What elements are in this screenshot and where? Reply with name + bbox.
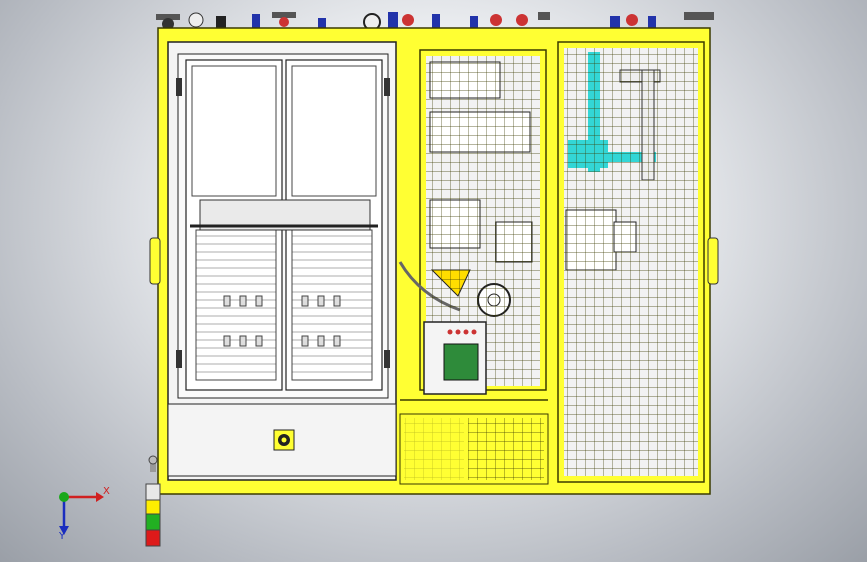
frame-handle-left	[149, 237, 161, 285]
piping-panel-guard[interactable]	[557, 41, 705, 483]
stack-light-red	[145, 529, 161, 547]
frame-handle-right	[707, 237, 719, 285]
emergency-stop-button[interactable]	[273, 429, 295, 451]
control-terminal[interactable]	[423, 321, 487, 395]
electrical-panel-guard[interactable]	[398, 49, 547, 395]
hmi-screen[interactable]	[443, 343, 479, 381]
refrigerated-cabinet[interactable]	[167, 41, 397, 481]
axis-triad	[59, 492, 104, 535]
machine-drawing[interactable]	[0, 0, 867, 562]
y-axis-label: Y	[59, 531, 66, 542]
x-axis-label: X	[103, 486, 110, 497]
stack-light-yellow	[145, 499, 161, 515]
axis-origin	[59, 492, 69, 502]
lower-guard-panel[interactable]	[399, 413, 549, 485]
cad-viewport[interactable]: X Y	[0, 0, 867, 562]
stack-light-green	[145, 513, 161, 531]
